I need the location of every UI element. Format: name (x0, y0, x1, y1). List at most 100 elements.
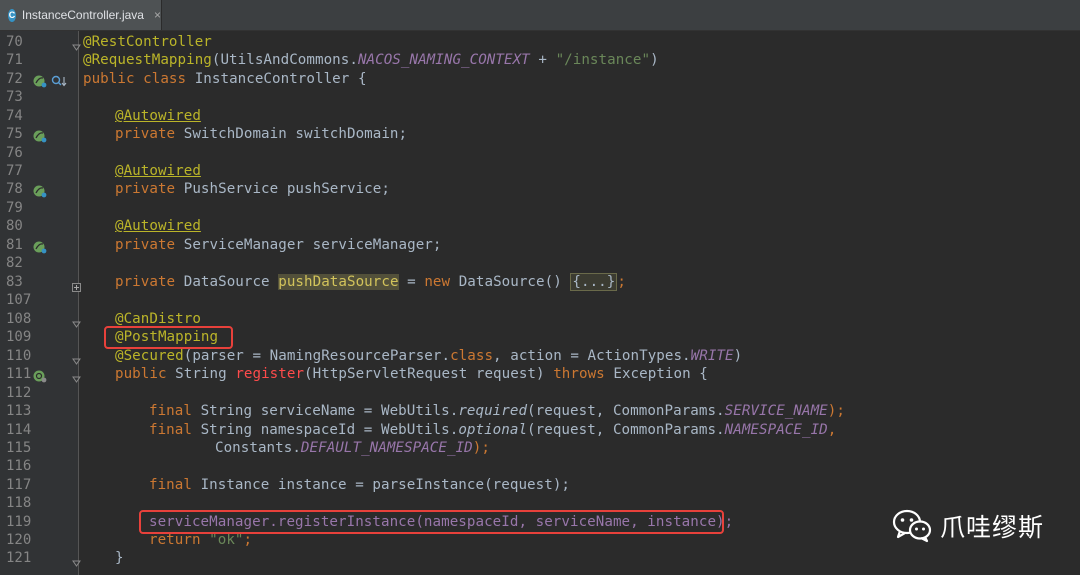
code-line[interactable]: 78 private PushService pushService; (0, 180, 1080, 198)
line-number: 117 (6, 477, 32, 493)
line-number: 112 (6, 385, 32, 401)
code-line[interactable]: 82 (0, 254, 1080, 272)
line-number: 109 (6, 329, 32, 345)
code-line[interactable]: 79 (0, 199, 1080, 217)
code-line[interactable]: 75 private SwitchDomain switchDomain; (0, 125, 1080, 143)
fold-expand-icon[interactable] (72, 277, 81, 292)
line-number: 82 (6, 255, 23, 271)
tab-instance-controller[interactable]: C InstanceController.java × (0, 0, 162, 30)
line-number: 114 (6, 422, 32, 438)
code-token: required (458, 403, 528, 419)
code-token: class (450, 348, 494, 364)
code-token: throws (553, 366, 614, 382)
code-line[interactable]: 73 (0, 88, 1080, 106)
code-line[interactable]: 111 public String register(HttpServletReq… (0, 365, 1080, 383)
code-token: private (115, 126, 184, 142)
code-token: private (115, 181, 184, 197)
code-text[interactable]: @Autowired (115, 162, 201, 180)
code-line[interactable]: 77 @Autowired (0, 162, 1080, 180)
code-token: Constants. (215, 440, 301, 456)
spring-bean-icon[interactable] (33, 73, 47, 88)
close-icon[interactable]: × (154, 8, 161, 22)
line-number: 70 (6, 34, 23, 50)
code-text[interactable]: private PushService pushService; (115, 180, 390, 198)
code-line[interactable]: 110 @Secured(parser = NamingResourceParse… (0, 347, 1080, 365)
spring-bean-icon[interactable] (33, 239, 47, 254)
code-token: optional (458, 422, 528, 438)
line-number: 80 (6, 218, 23, 234)
line-number: 74 (6, 108, 23, 124)
code-line[interactable]: 76 (0, 144, 1080, 162)
code-line[interactable]: 121} (0, 549, 1080, 567)
tab-label: InstanceController.java (21, 8, 144, 22)
code-text[interactable]: final String serviceName = WebUtils.requ… (149, 402, 845, 420)
spring-bean-icon[interactable] (33, 183, 47, 198)
fold-collapse-icon[interactable] (72, 37, 81, 51)
editor-tab-bar: C InstanceController.java × (0, 0, 1080, 31)
code-text[interactable]: private ServiceManager serviceManager; (115, 236, 441, 254)
fold-collapse-icon[interactable] (72, 314, 81, 328)
code-token: PushService pushService; (183, 181, 390, 197)
fold-collapse-icon[interactable] (72, 553, 81, 567)
code-line[interactable]: 107 (0, 291, 1080, 309)
code-token: final (149, 403, 201, 419)
code-token: @Autowired (115, 108, 201, 124)
code-token: DEFAULT_NAMESPACE_ID (300, 440, 473, 456)
code-text[interactable]: } (115, 549, 124, 567)
code-token: (parser = NamingResourceParser. (183, 348, 451, 364)
code-token: SwitchDomain switchDomain; (183, 126, 408, 142)
code-token: private (115, 274, 184, 290)
code-token: "ok" (209, 532, 244, 548)
watermark: 爪哇缪斯 (892, 508, 1044, 544)
line-number: 111 (6, 366, 32, 382)
search-usages-icon[interactable] (51, 73, 67, 87)
code-text[interactable]: final String namespaceId = WebUtils.opti… (149, 421, 836, 439)
code-token: SERVICE_NAME (724, 403, 828, 419)
code-text[interactable]: @RestController (83, 33, 212, 51)
postmapping-highlight-box (104, 326, 233, 349)
code-text[interactable]: private DataSource pushDataSource = new … (115, 273, 626, 291)
spring-bean-icon[interactable] (33, 128, 47, 143)
code-token: String namespaceId = WebUtils. (200, 422, 459, 438)
line-number: 78 (6, 181, 23, 197)
code-line[interactable]: 80 @Autowired (0, 217, 1080, 235)
line-number: 110 (6, 348, 32, 364)
code-line[interactable]: 115 Constants.DEFAULT_NAMESPACE_ID); (0, 439, 1080, 457)
code-token: (request, CommonParams. (527, 403, 725, 419)
code-line[interactable]: 71 @RequestMapping(UtilsAndCommons.NACOS_… (0, 51, 1080, 69)
code-token: ); (827, 403, 845, 419)
code-text[interactable]: final Instance instance = parseInstance(… (149, 476, 570, 494)
line-number: 76 (6, 145, 23, 161)
code-line[interactable]: 113 final String serviceName = WebUtils.r… (0, 402, 1080, 420)
code-line[interactable]: 81 private ServiceManager serviceManager; (0, 236, 1080, 254)
code-line[interactable]: 116 (0, 457, 1080, 475)
code-text[interactable]: @Autowired (115, 217, 201, 235)
code-text[interactable]: @Secured(parser = NamingResourceParser.c… (115, 347, 742, 365)
code-line[interactable]: 112 (0, 384, 1080, 402)
code-text[interactable]: private SwitchDomain switchDomain; (115, 125, 407, 143)
code-text[interactable]: public String register(HttpServletReques… (115, 365, 708, 383)
code-text[interactable]: public class InstanceController { (83, 70, 367, 88)
line-number: 115 (6, 440, 32, 456)
code-token: pushDataSource (278, 274, 399, 290)
code-token: public (115, 366, 176, 382)
code-token: String serviceName = WebUtils. (200, 403, 459, 419)
web-endpoint-icon[interactable] (33, 368, 47, 383)
code-line[interactable]: 72 public class InstanceController { (0, 70, 1080, 88)
code-token: final (149, 422, 201, 438)
code-text[interactable]: @RequestMapping(UtilsAndCommons.NACOS_NA… (83, 51, 659, 69)
code-line[interactable]: 70 @RestController (0, 33, 1080, 51)
line-number: 121 (6, 550, 32, 566)
code-token: DataSource() (458, 274, 571, 290)
code-token: (UtilsAndCommons. (211, 52, 358, 68)
code-line[interactable]: 117 final Instance instance = parseInstan… (0, 476, 1080, 494)
code-token: ; (617, 274, 626, 290)
fold-collapse-icon[interactable] (72, 351, 81, 365)
code-text[interactable]: @Autowired (115, 107, 201, 125)
code-line[interactable]: 114 final String namespaceId = WebUtils.o… (0, 421, 1080, 439)
code-token: {...} (570, 273, 618, 291)
fold-collapse-icon[interactable] (72, 369, 81, 383)
code-text[interactable]: Constants.DEFAULT_NAMESPACE_ID); (215, 439, 490, 457)
code-line[interactable]: 83 private DataSource pushDataSource = ne… (0, 273, 1080, 292)
code-line[interactable]: 74 @Autowired (0, 107, 1080, 125)
